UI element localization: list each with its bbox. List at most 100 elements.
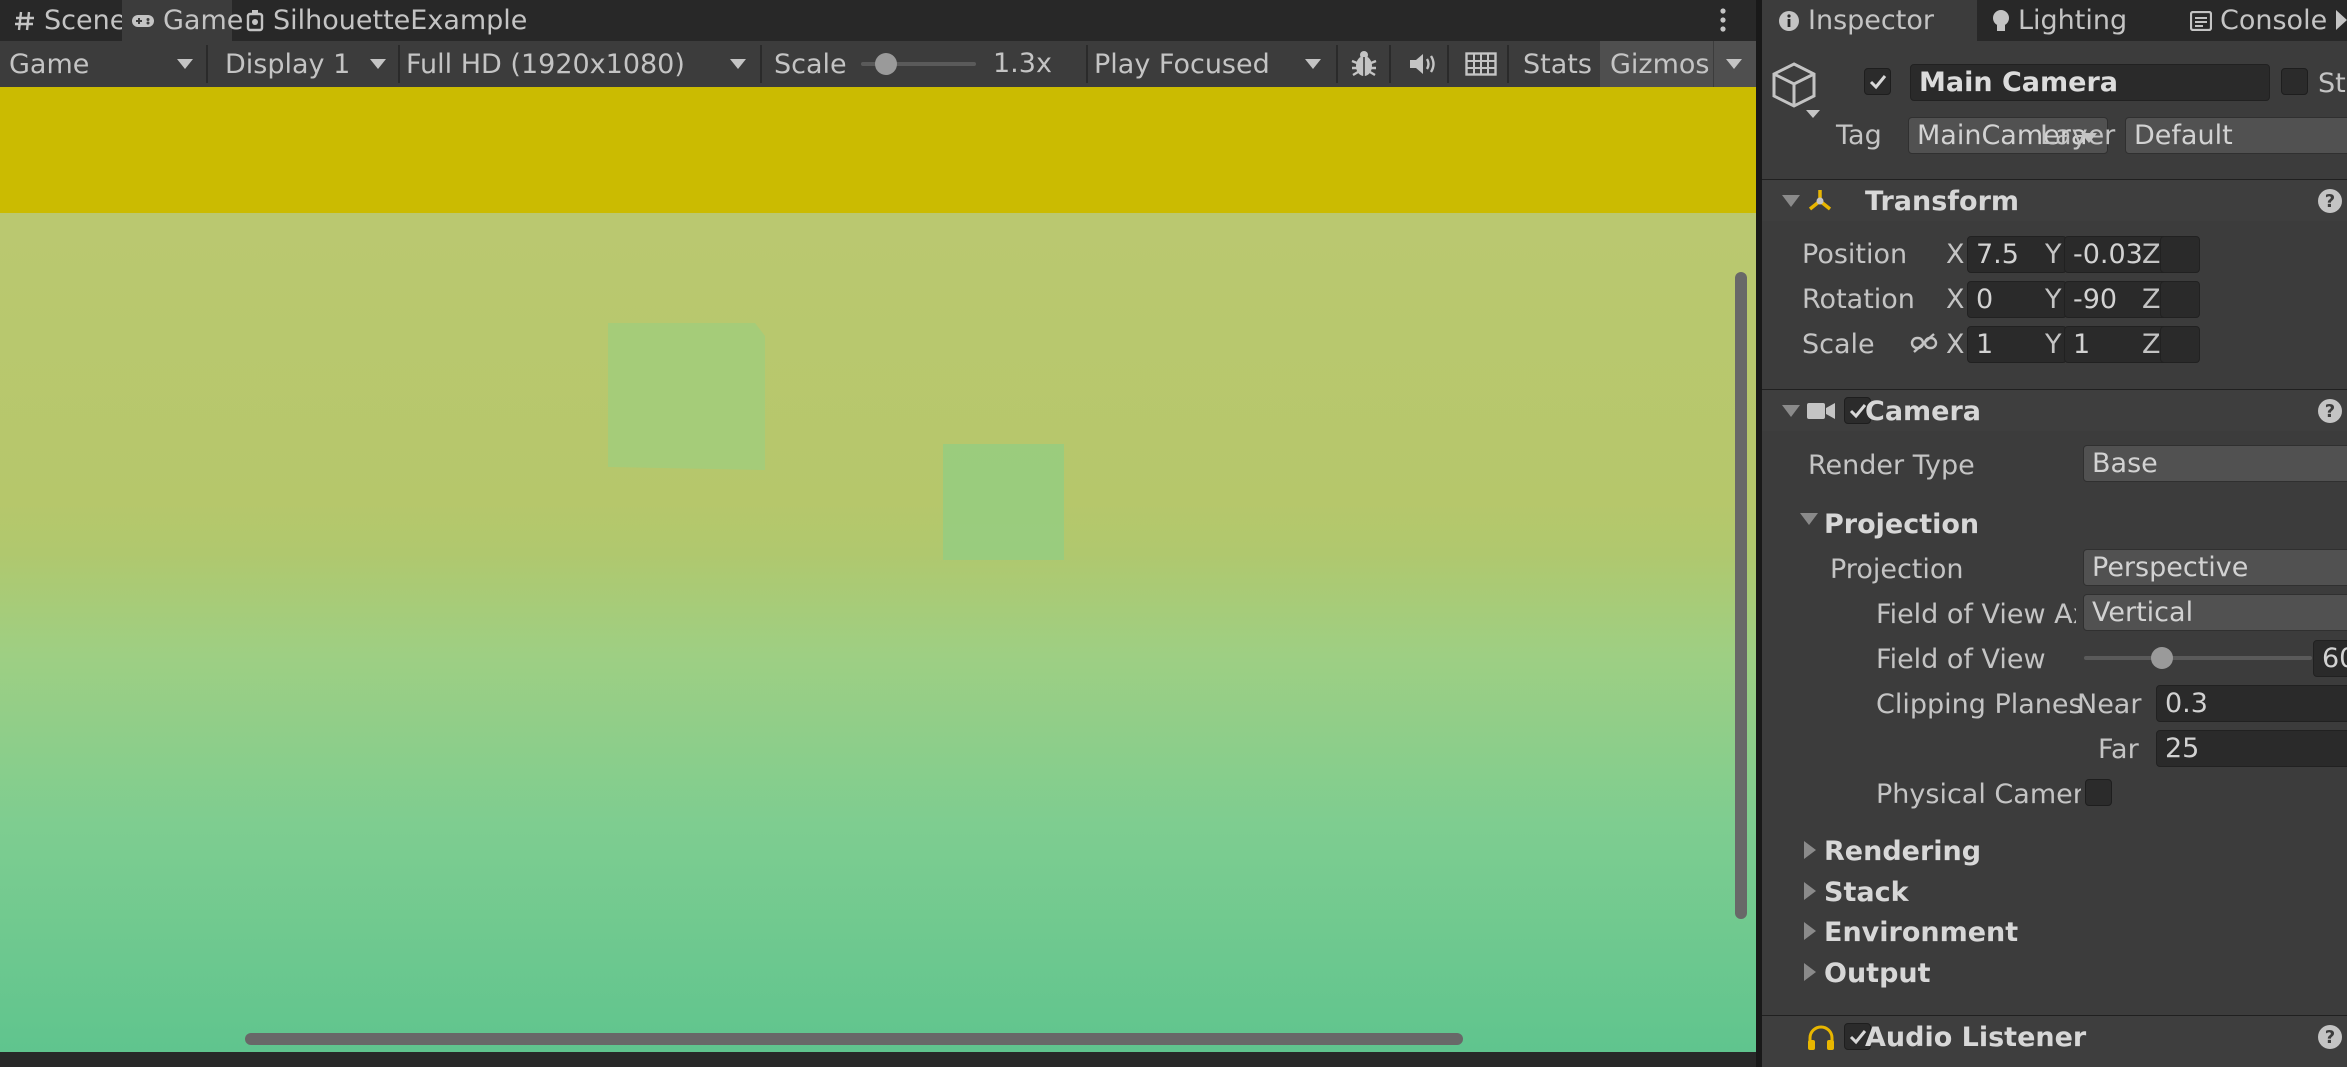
cube-left (608, 323, 765, 470)
hash-icon (14, 10, 36, 32)
more-options-icon[interactable] (1718, 6, 1728, 34)
more-tabs-arrow-icon[interactable] (2336, 10, 2347, 30)
audio-listener-header[interactable]: Audio Listener ? (1762, 1015, 2347, 1067)
layer-label: Layer (2040, 120, 2116, 151)
rotation-z-field[interactable] (2160, 281, 2200, 318)
audio-listener-title: Audio Listener (1865, 1022, 2087, 1053)
render-type-dropdown[interactable]: Base (2083, 445, 2347, 482)
gizmos-label: Gizmos (1610, 48, 1710, 80)
tab-game[interactable]: Game (122, 0, 243, 41)
vertical-scrollbar[interactable] (1735, 272, 1747, 919)
projection-foldout-icon[interactable] (1800, 513, 1818, 525)
camera-header[interactable]: Camera ? (1762, 389, 2347, 431)
gameobject-cube-icon (1772, 60, 1820, 122)
foldout-arrow-icon[interactable] (1804, 922, 1816, 940)
chevron-down-icon (730, 59, 746, 69)
display-dropdown[interactable]: Display 1 (216, 41, 396, 87)
game-toolbar: Game Display 1 Full HD (1920x1080) Scale… (0, 41, 1756, 87)
position-z-label[interactable]: Z (2142, 239, 2161, 270)
gizmos-button[interactable]: Gizmos (1600, 41, 1713, 87)
static-label: Sta (2318, 68, 2347, 99)
section-environment[interactable]: Environment (1824, 917, 2018, 948)
tab-game-label: Game (163, 5, 244, 36)
grid-icon[interactable] (1465, 52, 1497, 76)
horizontal-scrollbar[interactable] (245, 1033, 1463, 1045)
foldout-arrow-icon[interactable] (1804, 841, 1816, 859)
game-view-dropdown[interactable]: Game (0, 41, 205, 87)
projection-section-title[interactable]: Projection (1824, 509, 1979, 540)
render-type-label: Render Type (1808, 450, 1975, 481)
static-checkbox[interactable] (2281, 68, 2308, 95)
clipping-planes-label: Clipping Planes (1876, 689, 2083, 720)
tab-console[interactable]: Console (2190, 0, 2347, 41)
stats-button[interactable]: Stats (1513, 41, 1593, 87)
position-z-field[interactable] (2160, 236, 2200, 273)
tab-lighting-label: Lighting (2018, 5, 2128, 36)
scale-slider-handle[interactable] (875, 53, 898, 75)
fov-axis-dropdown[interactable]: Vertical (2083, 594, 2347, 631)
position-x-label[interactable]: X (1946, 239, 1965, 270)
gizmos-dropdown[interactable] (1714, 41, 1756, 87)
scale-control: Scale 1.3x (765, 41, 1085, 87)
bug-icon[interactable] (1349, 49, 1379, 79)
constrain-proportions-icon[interactable] (1910, 332, 1938, 354)
rotation-z-label[interactable]: Z (2142, 284, 2161, 315)
game-viewport[interactable] (0, 87, 1756, 1052)
projection-dropdown[interactable]: Perspective (2083, 549, 2347, 586)
physical-camera-label: Physical Camer (1876, 779, 2081, 810)
foldout-arrow-icon (1782, 195, 1800, 207)
ground-gradient (0, 213, 1756, 1052)
status-bar (0, 1052, 1756, 1067)
speaker-icon[interactable] (1408, 51, 1438, 77)
stats-label: Stats (1523, 48, 1592, 80)
section-stack[interactable]: Stack (1824, 877, 1909, 908)
transform-header[interactable]: Transform ? (1762, 179, 2347, 221)
help-icon[interactable]: ? (2318, 189, 2342, 213)
section-output[interactable]: Output (1824, 958, 1931, 989)
headphones-icon (1806, 1024, 1836, 1052)
scale-label: Scale (1802, 329, 1875, 360)
fov-slider[interactable] (2084, 647, 2312, 669)
far-field[interactable]: 25 (2156, 730, 2347, 767)
rotation-x-label[interactable]: X (1946, 284, 1965, 315)
tab-lighting[interactable]: Lighting (1992, 0, 2172, 41)
foldout-arrow-icon[interactable] (1804, 963, 1816, 981)
fov-slider-handle[interactable] (2150, 647, 2173, 669)
object-name-field[interactable]: Main Camera (1910, 64, 2270, 101)
help-icon[interactable]: ? (2318, 1025, 2342, 1049)
play-mode-dropdown[interactable]: Play Focused (1085, 41, 1335, 87)
near-field[interactable]: 0.3 (2156, 685, 2347, 722)
scale-z-label[interactable]: Z (2142, 329, 2161, 360)
position-y-label[interactable]: Y (2045, 239, 2062, 270)
rotation-label: Rotation (1802, 284, 1915, 315)
resolution-dropdown[interactable]: Full HD (1920x1080) (397, 41, 757, 87)
scale-z-field[interactable] (2160, 326, 2200, 363)
game-view-label: Game (9, 48, 90, 80)
chevron-down-icon (177, 59, 193, 69)
fov-value-field[interactable]: 60 (2313, 640, 2347, 677)
console-icon (2190, 10, 2212, 31)
scale-x-label[interactable]: X (1946, 329, 1965, 360)
foldout-arrow-icon[interactable] (1804, 882, 1816, 900)
camera-icon (1806, 400, 1836, 422)
far-label: Far (2098, 734, 2139, 765)
fov-label: Field of View (1876, 644, 2046, 675)
layer-dropdown[interactable]: Default (2125, 117, 2347, 154)
tab-silhouette-label: SilhouetteExample (273, 5, 528, 36)
scale-y-label[interactable]: Y (2045, 329, 2062, 360)
rotation-y-label[interactable]: Y (2045, 284, 2062, 315)
transform-icon (1805, 187, 1835, 215)
tab-inspector[interactable]: Inspector (1762, 0, 1977, 41)
help-icon[interactable]: ? (2318, 399, 2342, 423)
camera-title: Camera (1865, 396, 1982, 427)
active-checkbox[interactable] (1864, 68, 1891, 95)
gamepad-icon (131, 12, 155, 30)
scale-slider[interactable] (861, 53, 976, 75)
foldout-arrow-icon (1782, 405, 1800, 417)
tab-scene-label: Scene (44, 5, 127, 36)
near-label: Near (2077, 689, 2142, 720)
section-rendering[interactable]: Rendering (1824, 836, 1981, 867)
tab-silhouette-example[interactable]: SilhouetteExample (244, 0, 664, 41)
tab-inspector-label: Inspector (1808, 5, 1934, 36)
physical-camera-checkbox[interactable] (2085, 779, 2112, 806)
